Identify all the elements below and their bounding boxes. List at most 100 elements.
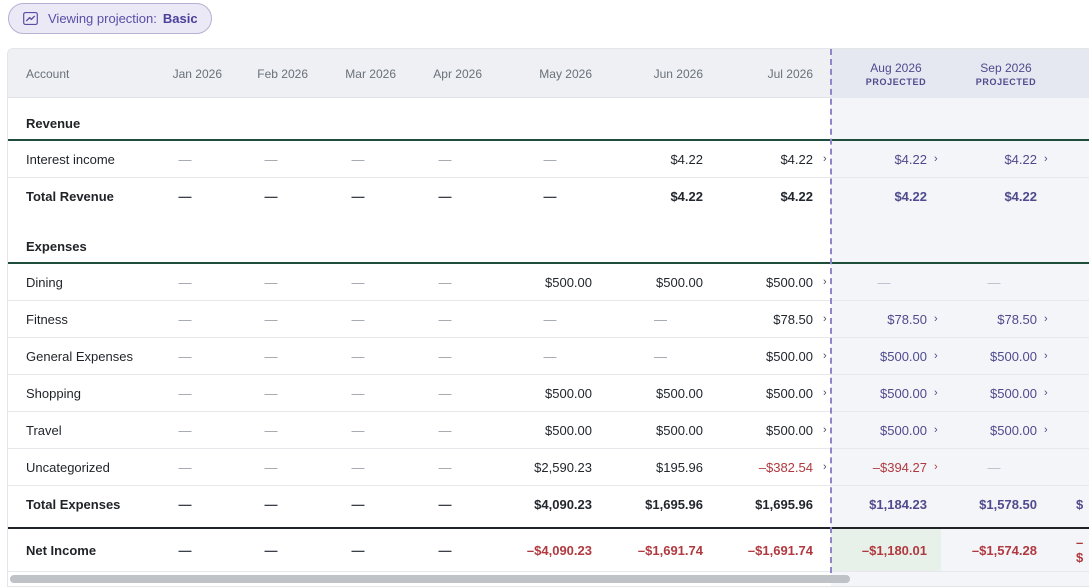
value-cell[interactable]: —	[618, 338, 703, 374]
value-cell[interactable]: —	[320, 338, 396, 374]
projected-value-cell[interactable]: $4.22	[841, 141, 927, 177]
value-cell[interactable]: —	[408, 375, 482, 411]
value-cell[interactable]: $4.22	[728, 141, 813, 177]
chevron-right-icon[interactable]: ›	[934, 449, 938, 485]
value-cell[interactable]: —	[148, 301, 222, 337]
value-cell[interactable]: $500.00	[508, 412, 592, 448]
chevron-right-icon[interactable]: ›	[823, 141, 827, 177]
value-cell[interactable]: —	[508, 301, 592, 337]
value-cell[interactable]: —	[234, 301, 308, 337]
chevron-right-icon[interactable]: ›	[823, 338, 827, 374]
projected-value-cell[interactable]: $4.22	[951, 141, 1037, 177]
projection-selector-button[interactable]: Viewing projection: Basic	[8, 3, 212, 34]
value-cell[interactable]: —	[320, 375, 396, 411]
value-cell[interactable]: $500.00	[618, 375, 703, 411]
value-cell[interactable]: —	[508, 338, 592, 374]
table-row-net_income[interactable]: Net Income — — — — –$4,090.23 –$1,691.74 –$1,69…	[8, 527, 1089, 572]
value-cell[interactable]: –$4,090.23	[508, 529, 592, 571]
chevron-right-icon[interactable]: ›	[934, 301, 938, 337]
value-cell[interactable]: —	[508, 178, 592, 215]
projected-value-cell[interactable]: $4.22	[951, 178, 1037, 215]
value-cell[interactable]: $1,695.96	[728, 486, 813, 523]
value-cell[interactable]: $4.22	[618, 141, 703, 177]
value-cell[interactable]: —	[320, 449, 396, 485]
value-cell[interactable]: —	[320, 141, 396, 177]
projected-value-cell[interactable]: $500.00	[841, 338, 927, 374]
table-row-total_expenses[interactable]: Total Expenses — — — — $4,090.23 $1,695.96 $1,6…	[8, 486, 1089, 523]
value-cell[interactable]: $195.96	[618, 449, 703, 485]
value-cell[interactable]: —	[234, 375, 308, 411]
chevron-right-icon[interactable]: ›	[934, 338, 938, 374]
table-row-interest[interactable]: Interest income — — — — — $4.22 $4.22 › $4.22 › $4.…	[8, 141, 1089, 178]
table-row-uncategorized[interactable]: Uncategorized — — — — $2,590.23 $195.96 –$382.5…	[8, 449, 1089, 486]
table-row-total_revenue[interactable]: Total Revenue — — — — — $4.22 $4.22 $4.22 $4.22	[8, 178, 1089, 215]
value-cell[interactable]: $4,090.23	[508, 486, 592, 523]
value-cell[interactable]: –$382.54	[728, 449, 813, 485]
value-cell[interactable]: $78.50	[728, 301, 813, 337]
value-cell[interactable]: —	[148, 529, 222, 571]
value-cell[interactable]: —	[234, 449, 308, 485]
value-cell[interactable]: —	[234, 141, 308, 177]
chevron-right-icon[interactable]: ›	[823, 412, 827, 448]
value-cell[interactable]: —	[320, 178, 396, 215]
value-cell[interactable]: –$1,691.74	[728, 529, 813, 571]
projected-value-cell[interactable]: $500.00	[951, 338, 1037, 374]
value-cell[interactable]: —	[408, 301, 482, 337]
month-header[interactable]: Jan 2026	[148, 49, 222, 98]
horizontal-scrollbar[interactable]	[10, 575, 850, 583]
projected-value-cell[interactable]: —	[841, 264, 927, 300]
month-header[interactable]: Mar 2026	[320, 49, 396, 98]
value-cell[interactable]: —	[320, 301, 396, 337]
value-cell[interactable]: —	[320, 412, 396, 448]
value-cell[interactable]: —	[148, 449, 222, 485]
table-row-dining[interactable]: Dining — — — — $500.00 $500.00 $500.00 › — —	[8, 264, 1089, 301]
month-header[interactable]: Jun 2026	[618, 49, 703, 98]
month-header[interactable]: Jul 2026	[728, 49, 813, 98]
value-cell[interactable]: $1,695.96	[618, 486, 703, 523]
chevron-right-icon[interactable]: ›	[1044, 141, 1048, 177]
value-cell[interactable]: $500.00	[508, 375, 592, 411]
value-cell[interactable]: —	[234, 178, 308, 215]
value-cell[interactable]: —	[234, 412, 308, 448]
value-cell[interactable]: $4.22	[728, 178, 813, 215]
value-cell[interactable]: $500.00	[508, 264, 592, 300]
value-cell[interactable]: —	[148, 412, 222, 448]
value-cell[interactable]: $500.00	[728, 375, 813, 411]
value-cell[interactable]: $500.00	[618, 264, 703, 300]
value-cell[interactable]: —	[148, 178, 222, 215]
chevron-right-icon[interactable]: ›	[934, 412, 938, 448]
value-cell[interactable]: —	[234, 486, 308, 523]
table-row-general[interactable]: General Expenses — — — — — — $500.00 › $500.00 › $5…	[8, 338, 1089, 375]
value-cell[interactable]: $500.00	[728, 338, 813, 374]
value-cell[interactable]: $500.00	[728, 412, 813, 448]
table-row-travel[interactable]: Travel — — — — $500.00 $500.00 $500.00 › $500.00 ›…	[8, 412, 1089, 449]
value-cell[interactable]: —	[234, 338, 308, 374]
month-header[interactable]: Apr 2026	[408, 49, 482, 98]
projected-month-header[interactable]: Aug 2026 PROJECTED	[841, 49, 951, 98]
chevron-right-icon[interactable]: ›	[1044, 338, 1048, 374]
value-cell[interactable]: —	[148, 338, 222, 374]
value-cell[interactable]: —	[408, 486, 482, 523]
table-row-shopping[interactable]: Shopping — — — — $500.00 $500.00 $500.00 › $500.0…	[8, 375, 1089, 412]
value-cell[interactable]: —	[320, 264, 396, 300]
chevron-right-icon[interactable]: ›	[823, 264, 827, 300]
projected-value-cell[interactable]: $1,578.50	[951, 486, 1037, 523]
value-cell[interactable]: —	[408, 178, 482, 215]
projected-value-cell[interactable]: $78.50	[951, 301, 1037, 337]
value-cell[interactable]: $4.22	[618, 178, 703, 215]
table-row-fitness[interactable]: Fitness — — — — — — $78.50 › $78.50 › $78.50 ›	[8, 301, 1089, 338]
chevron-right-icon[interactable]: ›	[823, 301, 827, 337]
projected-value-cell[interactable]: $78.50	[841, 301, 927, 337]
value-cell[interactable]: —	[408, 529, 482, 571]
projected-value-cell[interactable]: $500.00	[951, 375, 1037, 411]
projected-value-cell[interactable]: $500.00	[841, 375, 927, 411]
chevron-right-icon[interactable]: ›	[1044, 412, 1048, 448]
value-cell[interactable]: $500.00	[618, 412, 703, 448]
projected-month-header[interactable]: Sep 2026 PROJECTED	[951, 49, 1061, 98]
value-cell[interactable]: —	[408, 449, 482, 485]
chevron-right-icon[interactable]: ›	[1044, 375, 1048, 411]
chevron-right-icon[interactable]: ›	[934, 375, 938, 411]
value-cell[interactable]: —	[148, 141, 222, 177]
projected-value-cell[interactable]: $500.00	[951, 412, 1037, 448]
chevron-right-icon[interactable]: ›	[823, 449, 827, 485]
